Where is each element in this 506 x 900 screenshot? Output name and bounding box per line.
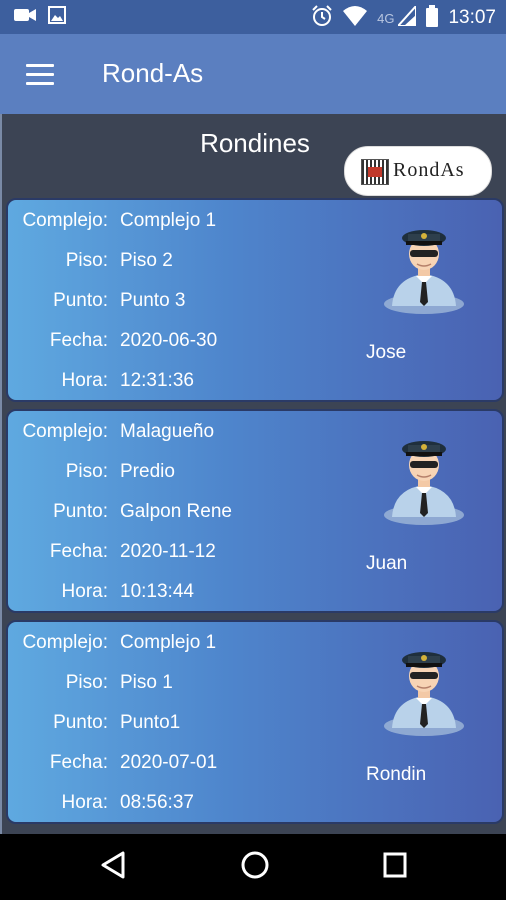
rondin-card[interactable]: Complejo: Complejo 1 Piso: Piso 1 Punto: Pu… [6,620,504,824]
complejo-value: Complejo 1 [120,210,217,231]
hora-label: Hora: [61,581,108,602]
hora-value: 08:56:37 [120,792,194,813]
piso-label: Piso: [65,250,108,271]
piso-label: Piso: [65,672,108,693]
complejo-value: Complejo 1 [120,632,217,653]
piso-label: Piso: [65,461,108,482]
piso-value: Piso 1 [120,672,173,693]
rondas-logo: RondAs [344,146,492,196]
hora-label: Hora: [61,370,108,391]
hora-value: 12:31:36 [120,370,194,391]
guard-name: Jose [366,342,407,363]
hora-label: Hora: [61,792,108,813]
fecha-label: Fecha: [49,752,108,773]
rondines-list[interactable]: Rondines RondAs Complejo: Complejo 1 Piso… [0,114,506,834]
rondin-card[interactable]: Complejo: Malagueño Piso: Predio Punto: Gal… [6,409,504,613]
punto-value: Punto1 [120,712,181,733]
app-title: Rond-As [102,58,204,88]
piso-value: Piso 2 [120,250,173,271]
security-guard-avatar-icon [382,214,466,314]
guard-name: Juan [366,553,408,574]
hora-value: 10:13:44 [120,581,194,602]
image-icon [48,6,66,28]
status-bar: 4G 13:07 [0,0,506,34]
video-camera-icon [14,7,36,27]
battery-icon [426,5,439,31]
guard-name: Rondin [366,764,427,785]
home-icon[interactable] [240,850,270,884]
fecha-label: Fecha: [49,541,108,562]
alarm-icon [311,5,333,31]
punto-label: Punto: [53,501,108,522]
complejo-label: Complejo: [22,632,108,653]
complejo-label: Complejo: [22,210,108,231]
app-bar: Rond-As [0,34,506,114]
piso-value: Predio [120,461,175,482]
punto-value: Galpon Rene [120,501,232,522]
complejo-value: Malagueño [120,421,215,442]
punto-label: Punto: [53,290,108,311]
fecha-value: 2020-07-01 [120,752,218,773]
punto-value: Punto 3 [120,290,186,311]
clock: 13:07 [448,7,496,28]
security-guard-avatar-icon [382,425,466,525]
logo-text: RondAs [393,159,465,181]
fecha-value: 2020-06-30 [120,330,218,351]
back-icon[interactable] [100,850,126,884]
hamburger-menu-icon[interactable] [26,64,54,86]
qr-code-icon [361,159,389,185]
security-guard-avatar-icon [382,636,466,736]
punto-label: Punto: [53,712,108,733]
rondin-card[interactable]: Complejo: Complejo 1 Piso: Piso 2 Punto: Pu… [6,198,504,402]
navigation-bar [0,834,506,900]
complejo-label: Complejo: [22,421,108,442]
recents-icon[interactable] [382,850,408,884]
fecha-value: 2020-11-12 [120,541,216,562]
network-type: 4G [377,10,395,26]
fecha-label: Fecha: [49,330,108,351]
cell-signal-icon [396,3,418,30]
wifi-icon [343,6,368,30]
